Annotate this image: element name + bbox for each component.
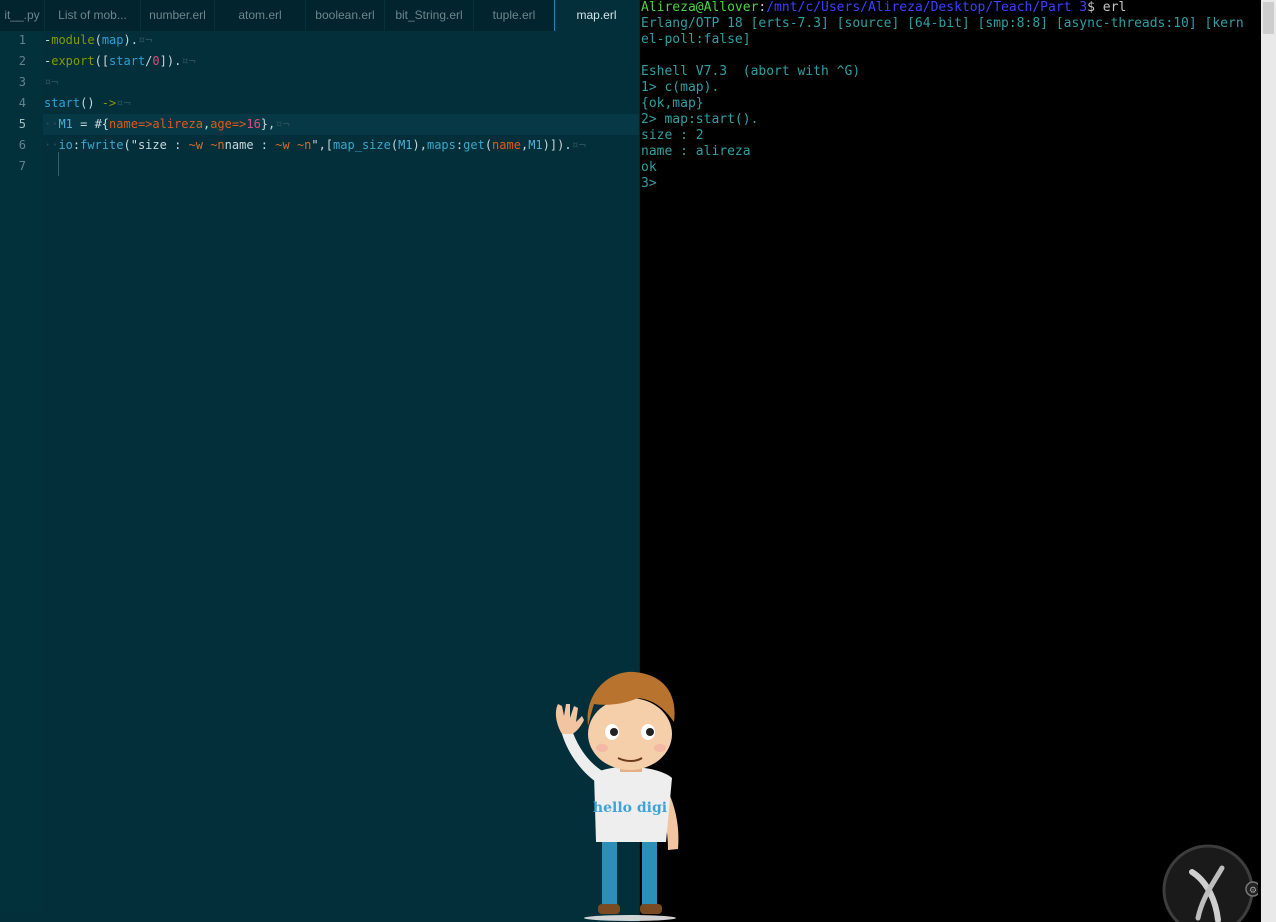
line-number: 1	[18, 33, 26, 47]
tab-number-erl[interactable]: number.erl	[141, 0, 214, 31]
terminal-line: 1> c(map).	[641, 80, 720, 95]
line-number: 6	[18, 138, 26, 152]
code-line-5[interactable]: ··M1 = #{name=>alireza,age=>16},¤¬	[44, 114, 290, 135]
tab-it-py[interactable]: it__.py	[0, 0, 44, 31]
terminal-line: {ok,map}	[641, 96, 704, 111]
terminal-line: Eshell V7.3 (abort with ^G)	[641, 64, 861, 79]
terminal-line: size : 2	[641, 128, 704, 143]
tab-boolean-erl[interactable]: boolean.erl	[306, 0, 384, 31]
line-number-current: 5	[18, 117, 26, 131]
terminal[interactable]: Alireza@Allover:/mnt/c/Users/Alireza/Des…	[639, 0, 1276, 922]
watermark-logo-icon: ⚙	[1162, 844, 1258, 922]
line-number: 4	[18, 96, 26, 110]
terminal-line: Erlang/OTP 18 [erts-7.3] [source] [64-bi…	[641, 16, 1244, 31]
terminal-prompt-line: Alireza@Allover:/mnt/c/Users/Alireza/Des…	[641, 0, 1127, 15]
code-line-6[interactable]: ··io:fwrite("size : ~w ~nname : ~w ~n",[…	[44, 135, 586, 156]
terminal-line: el-poll:false]	[641, 32, 751, 47]
terminal-line: name : alireza	[641, 144, 751, 159]
tab-map-erl[interactable]: map.erl	[554, 0, 639, 31]
tab-list-of-mob[interactable]: List of mob...	[45, 0, 140, 31]
prompt-path: /mnt/c/Users/Alireza/Desktop/Teach/Part …	[766, 0, 1088, 15]
code-line-1[interactable]: -module(map).¤¬	[44, 30, 152, 51]
code-line-3[interactable]: ¤¬	[44, 72, 58, 93]
code-line-4[interactable]: start() ->¤¬	[44, 93, 131, 114]
tab-atom-erl[interactable]: atom.erl	[215, 0, 305, 31]
scrollbar-thumb[interactable]	[1263, 2, 1274, 34]
svg-text:⚙: ⚙	[1249, 886, 1257, 896]
desktop: it__.py List of mob... number.erl atom.e…	[0, 0, 1276, 922]
line-number: 3	[18, 75, 26, 89]
line-number: 7	[18, 159, 26, 173]
prompt-user: Alireza@Allover	[641, 0, 759, 15]
prompt-command: $ erl	[1087, 0, 1127, 15]
mascot-shirt-text: hello digi	[593, 800, 667, 816]
terminal-scrollbar[interactable]	[1261, 0, 1276, 922]
terminal-input-line[interactable]: 3>	[641, 176, 664, 192]
code-line-2[interactable]: -export([start/0]).¤¬	[44, 51, 196, 72]
terminal-line: 2> map:start().	[641, 112, 759, 127]
tab-tuple-erl[interactable]: tuple.erl	[474, 0, 554, 31]
terminal-line: ok	[641, 160, 657, 175]
tab-bit-string-erl[interactable]: bit_String.erl	[385, 0, 473, 31]
line-number: 2	[18, 54, 26, 68]
editor-tab-bar: it__.py List of mob... number.erl atom.e…	[0, 0, 639, 31]
waving-mascot-illustration: hello digi	[555, 671, 679, 921]
text-caret	[58, 152, 59, 176]
